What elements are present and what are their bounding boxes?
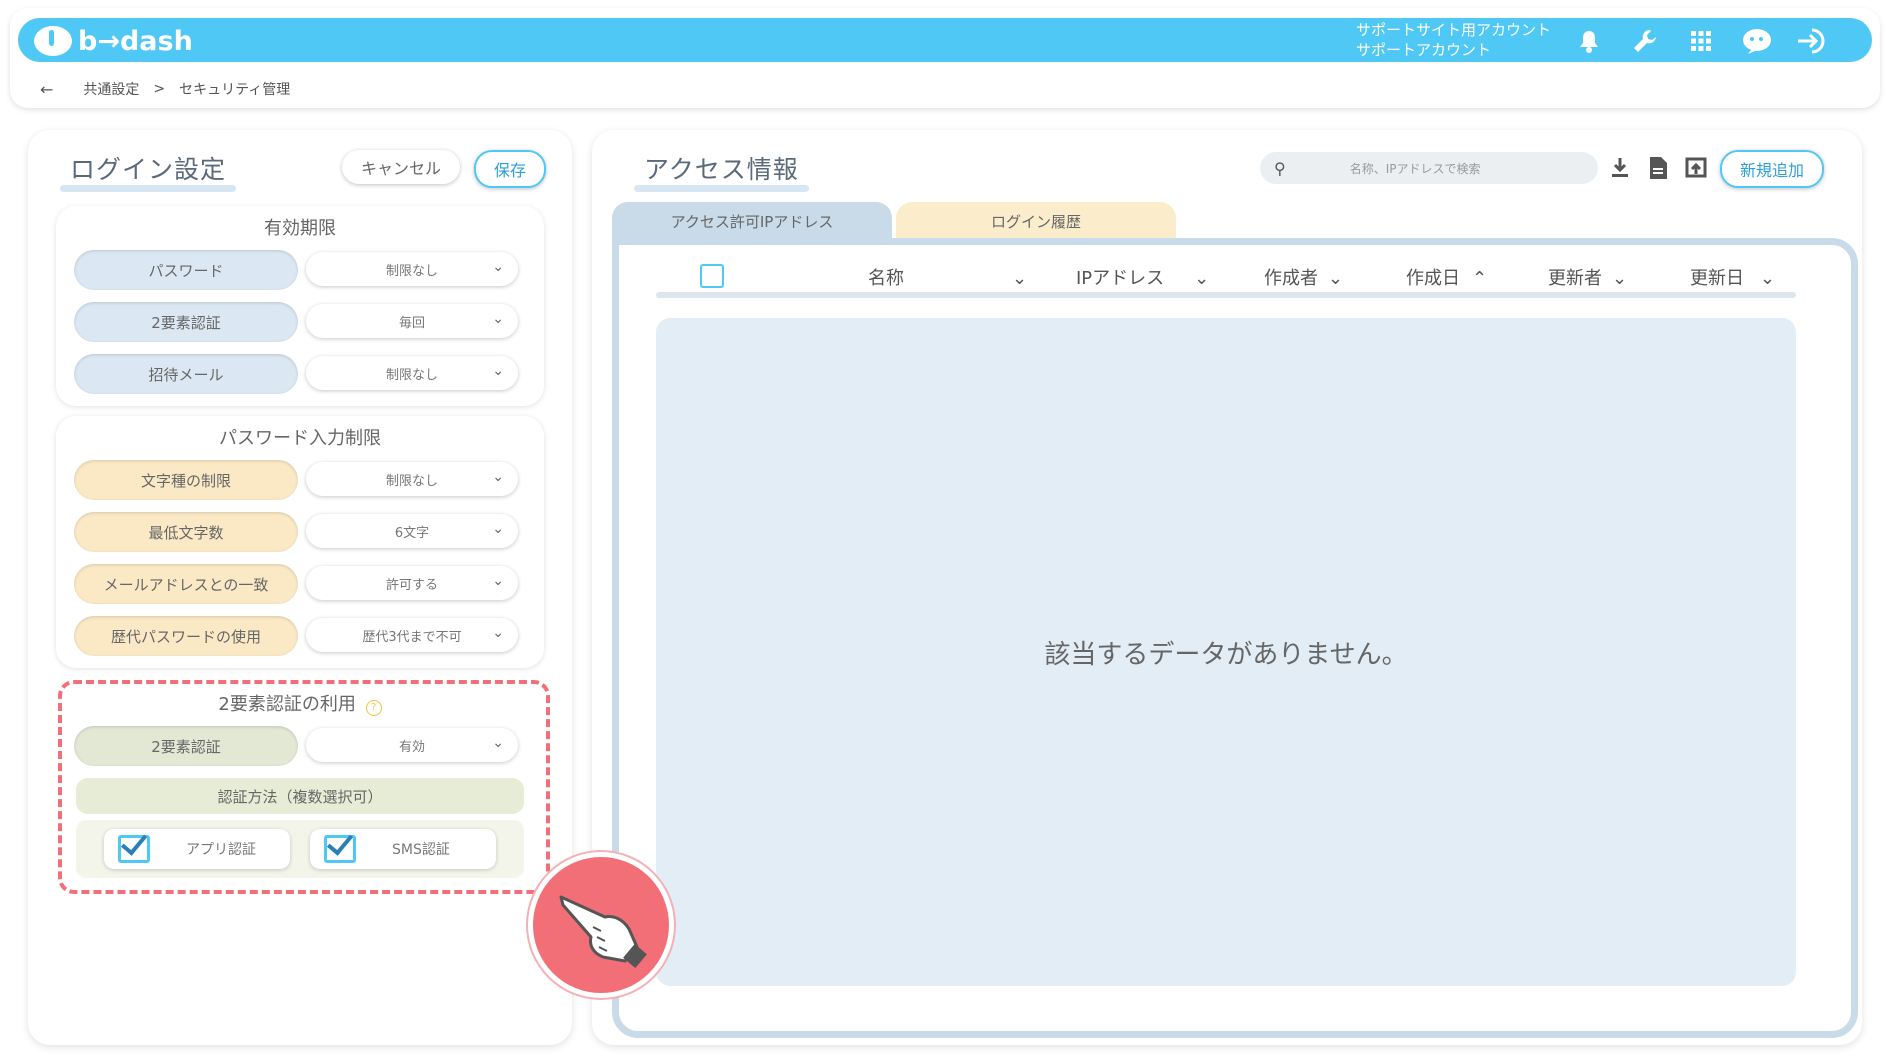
password-row-email: メールアドレスとの一致 許可する ⌄ (74, 564, 524, 604)
chevron-down-icon: ⌄ (492, 521, 504, 537)
cancel-button[interactable]: キャンセル (342, 150, 460, 184)
chevron-down-icon: ⌄ (492, 573, 504, 589)
access-info-title: アクセス情報 (634, 150, 809, 192)
password-row-history: 歴代パスワードの使用 歴代3代まで不可 ⌄ (74, 616, 524, 656)
password-row-minlen: 最低文字数 6文字 ⌄ (74, 512, 524, 552)
breadcrumb-current: セキュリティ管理 (179, 82, 291, 98)
expiry-password-select[interactable]: 制限なし ⌄ (306, 252, 518, 286)
twofactor-label: 2要素認証 (74, 726, 298, 766)
col-creator[interactable]: 作成者 ⌄ (1264, 264, 1343, 290)
chat-bot-icon[interactable] (1740, 24, 1774, 58)
search-input[interactable]: ⚲ 名称、IPアドレスで検索 (1260, 152, 1598, 184)
select-all-checkbox[interactable] (700, 264, 724, 288)
history-select[interactable]: 歴代3代まで不可 ⌄ (306, 618, 518, 652)
help-icon[interactable]: ? (356, 700, 391, 719)
password-card: パスワード入力制限 文字種の制限 制限なし ⌄ 最低文字数 6文字 ⌄ メールアドレ… (56, 416, 544, 668)
expiry-invite-select[interactable]: 制限なし ⌄ (306, 356, 518, 390)
breadcrumb-separator: > (153, 81, 166, 97)
expiry-password-label: パスワード (74, 250, 298, 290)
history-label: 歴代パスワードの使用 (74, 616, 298, 656)
sms-auth-label: SMS認証 (392, 842, 450, 858)
login-settings-title: ログイン設定 (59, 150, 237, 192)
empty-state: 該当するデータがありません。 (656, 318, 1796, 986)
expiry-row-password: パスワード 制限なし ⌄ (74, 250, 524, 290)
expiry-invite-label: 招待メール (74, 354, 298, 394)
download-icon[interactable] (1606, 156, 1634, 184)
expiry-row-2fa: 2要素認証 毎回 ⌄ (74, 302, 524, 342)
chevron-down-icon: ⌄ (492, 625, 504, 641)
app-auth-checkbox[interactable]: アプリ認証 (104, 829, 290, 869)
twofactor-title: 2要素認証の利用 ? (56, 690, 544, 719)
minlen-label: 最低文字数 (74, 512, 298, 552)
bell-icon[interactable] (1572, 24, 1606, 58)
col-updater[interactable]: 更新者 ⌄ (1548, 264, 1627, 290)
document-icon[interactable] (1644, 156, 1672, 184)
chevron-down-icon: ⌄ (1760, 268, 1776, 289)
chevron-down-icon: ⌄ (492, 469, 504, 485)
password-title: パスワード入力制限 (219, 428, 381, 449)
chevron-down-icon: ⌄ (492, 735, 504, 751)
expiry-title: 有効期限 (264, 218, 336, 239)
chevron-down-icon: ⌄ (1194, 268, 1210, 289)
logo-text: b→dash (78, 25, 193, 57)
wrench-icon[interactable] (1628, 24, 1662, 58)
table-header-divider (656, 292, 1796, 298)
chartype-label: 文字種の制限 (74, 460, 298, 500)
expiry-2fa-select[interactable]: 毎回 ⌄ (306, 304, 518, 338)
twofactor-select[interactable]: 有効 ⌄ (306, 728, 518, 762)
col-name[interactable]: 名称 ⌄ (868, 264, 1027, 290)
pointing-hand-icon (528, 852, 674, 998)
search-icon: ⚲ (1274, 158, 1286, 178)
back-arrow-icon[interactable]: ← (40, 80, 53, 99)
account-user: サポートアカウント (1356, 41, 1492, 59)
expiry-2fa-label: 2要素認証 (74, 302, 298, 342)
save-button[interactable]: 保存 (474, 150, 546, 188)
chevron-down-icon: ⌄ (492, 311, 504, 327)
breadcrumb-parent[interactable]: 共通設定 (83, 79, 139, 99)
logo[interactable]: b→dash (34, 24, 193, 58)
chevron-down-icon: ⌄ (1328, 268, 1344, 289)
col-ip[interactable]: IPアドレス ⌄ (1076, 264, 1209, 290)
checkbox-checked-icon (118, 835, 150, 863)
empty-message: 該当するデータがありません。 (1044, 639, 1408, 670)
upload-icon[interactable] (1682, 156, 1710, 184)
email-match-label: メールアドレスとの一致 (74, 564, 298, 604)
minlen-select[interactable]: 6文字 ⌄ (306, 514, 518, 548)
expiry-card: 有効期限 パスワード 制限なし ⌄ 2要素認証 毎回 ⌄ 招待メール 制限なし ⌄ (56, 206, 544, 406)
twofactor-row: 2要素認証 有効 ⌄ (74, 726, 524, 766)
chevron-down-icon: ⌄ (492, 363, 504, 379)
grid-icon[interactable] (1684, 24, 1718, 58)
col-updated[interactable]: 更新日 ⌄ (1690, 264, 1775, 290)
email-match-select[interactable]: 許可する ⌄ (306, 566, 518, 600)
chartype-select[interactable]: 制限なし ⌄ (306, 462, 518, 496)
checkbox-checked-icon (324, 835, 356, 863)
logo-bubble-icon (34, 26, 72, 56)
chevron-down-icon: ⌄ (1612, 268, 1628, 289)
chevron-down-icon: ⌄ (1012, 268, 1028, 289)
account-name: サポートサイト用アカウント (1356, 21, 1552, 39)
chevron-down-icon: ⌄ (492, 259, 504, 275)
auth-method-header: 認証方法（複数選択可） (76, 778, 524, 814)
password-row-chartype: 文字種の制限 制限なし ⌄ (74, 460, 524, 500)
chevron-up-icon: ⌃ (1472, 268, 1488, 289)
tab-login-history[interactable]: ログイン履歴 (896, 202, 1176, 240)
add-new-button[interactable]: 新規追加 (1720, 150, 1824, 188)
account-info[interactable]: サポートサイト用アカウント サポートアカウント (1356, 20, 1551, 60)
breadcrumb: ← 共通設定 > セキュリティ管理 (40, 79, 290, 99)
search-placeholder: 名称、IPアドレスで検索 (1349, 161, 1481, 176)
tab-allowed-ip[interactable]: アクセス許可IPアドレス (612, 202, 892, 240)
col-created[interactable]: 作成日 ⌃ (1406, 264, 1487, 290)
logout-icon[interactable] (1796, 24, 1830, 58)
sms-auth-checkbox[interactable]: SMS認証 (310, 829, 496, 869)
expiry-row-invite: 招待メール 制限なし ⌄ (74, 354, 524, 394)
app-auth-label: アプリ認証 (186, 842, 256, 858)
